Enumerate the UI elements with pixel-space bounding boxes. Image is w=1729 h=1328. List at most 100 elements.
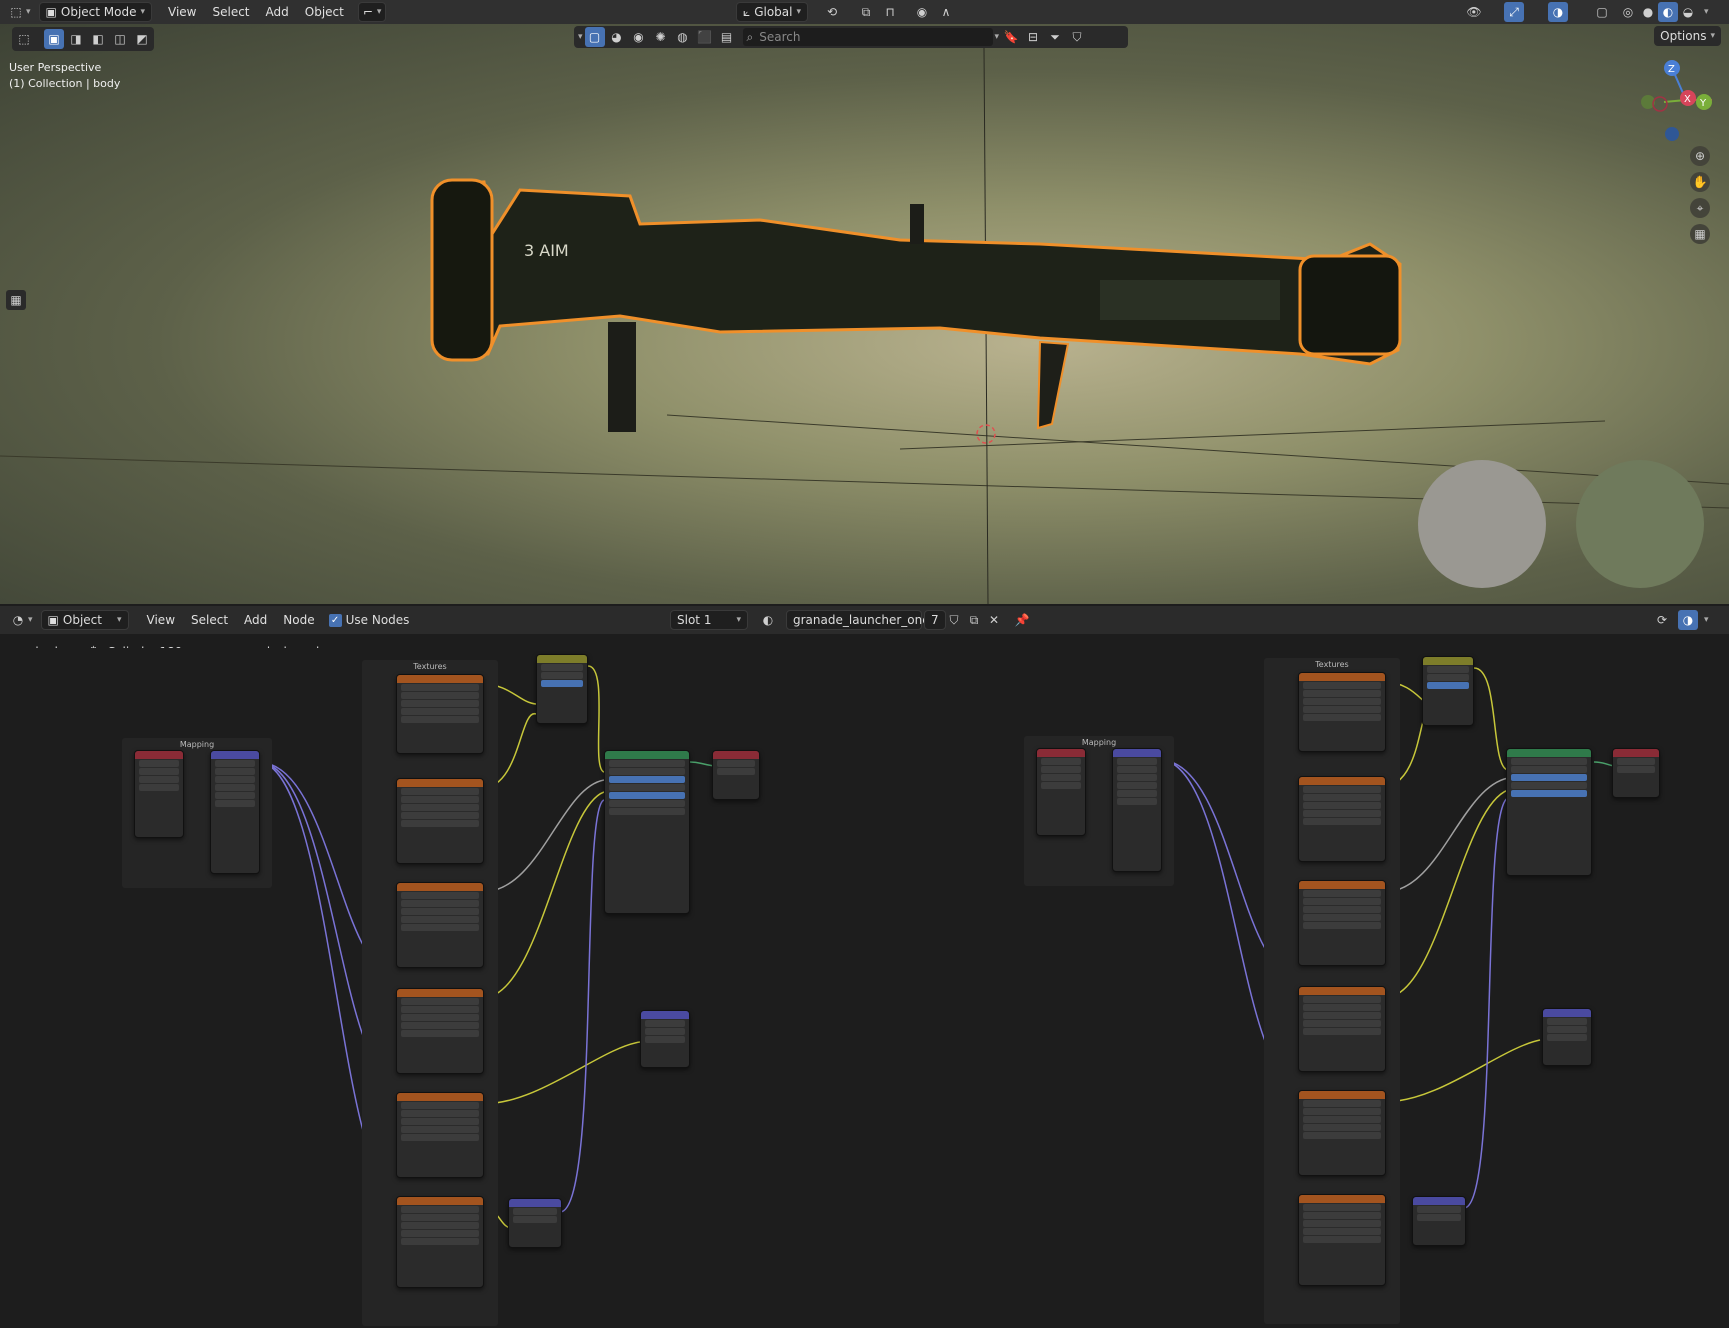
snap-node-icon[interactable]: ⟳ xyxy=(1652,610,1672,630)
solid-shading-icon[interactable]: ● xyxy=(1638,2,1658,22)
material-user-count[interactable]: 7 xyxy=(924,610,946,630)
texture-coordinate-node[interactable] xyxy=(134,750,184,838)
image-texture-node-roughness[interactable] xyxy=(396,988,484,1074)
camera-view-icon[interactable]: ⌖ xyxy=(1690,198,1710,218)
node-socket-row xyxy=(1303,1012,1381,1019)
node-socket-row xyxy=(1511,790,1587,797)
material-output-node[interactable] xyxy=(712,750,760,800)
node-socket-row xyxy=(401,692,479,699)
falloff-icon[interactable]: ∧ xyxy=(936,2,956,22)
transform-orientation-select[interactable]: ⟀ Global ▾ xyxy=(736,2,809,22)
node-socket-row xyxy=(1427,674,1469,681)
node-socket-row xyxy=(401,1014,479,1021)
node-object-selector[interactable]: ▣ Object ▾ xyxy=(40,610,129,630)
node-socket-row xyxy=(1303,682,1381,689)
proportional-edit-icon[interactable]: ◉ xyxy=(912,2,932,22)
image-texture-node-basecolor[interactable] xyxy=(396,778,484,864)
node-socket-row xyxy=(1041,766,1081,773)
gizmo-icon[interactable]: ⤢ xyxy=(1504,2,1524,22)
image-texture-node-metallic[interactable] xyxy=(396,882,484,968)
slot-selector[interactable]: Slot 1 ▾ xyxy=(670,610,748,630)
node-header xyxy=(509,1199,561,1207)
mix-multiply-node[interactable] xyxy=(536,654,588,724)
image-texture-node-roughness[interactable] xyxy=(1298,986,1386,1072)
normal-map-node[interactable] xyxy=(508,1198,562,1248)
axis-line-y xyxy=(666,414,1729,485)
menu-add[interactable]: Add xyxy=(258,5,297,19)
texture-coordinate-node[interactable] xyxy=(1036,748,1086,836)
material-output-node[interactable] xyxy=(1612,748,1660,798)
3d-cursor[interactable] xyxy=(976,424,996,444)
node-socket-row xyxy=(401,1102,479,1109)
node-menu-view[interactable]: View xyxy=(139,613,183,627)
material-name: granade_launcher_one xyxy=(793,613,930,627)
menu-select[interactable]: Select xyxy=(204,5,257,19)
node-socket-row xyxy=(401,892,479,899)
material-shading-icon[interactable]: ◐ xyxy=(1658,2,1678,22)
node-socket-row xyxy=(1041,758,1081,765)
wireframe-shading-icon[interactable]: ◎ xyxy=(1618,2,1638,22)
visibility-icon[interactable]: 👁 xyxy=(1464,2,1484,22)
fake-user-shield-icon[interactable]: ⛉ xyxy=(944,610,964,630)
node-socket-row xyxy=(215,776,255,783)
mode-selector[interactable]: ▣ Object Mode ▾ xyxy=(38,2,152,22)
xray-icon[interactable]: ▢ xyxy=(1592,2,1612,22)
node-socket-row xyxy=(609,784,685,791)
image-texture-node-basecolor[interactable] xyxy=(1298,776,1386,862)
displacement-node[interactable] xyxy=(640,1010,690,1068)
material-name-field[interactable]: granade_launcher_one xyxy=(786,610,930,630)
node-header xyxy=(1543,1009,1591,1017)
mix-multiply-node[interactable] xyxy=(1422,656,1474,726)
axes-icon: ⟀ xyxy=(743,4,751,19)
shader-editor-icon[interactable]: ◔ xyxy=(8,610,28,630)
navigation-gizmo[interactable]: Z X Y xyxy=(1641,60,1712,141)
mapping-node[interactable] xyxy=(1112,748,1162,872)
node-socket-row xyxy=(139,760,179,767)
menu-object[interactable]: Object xyxy=(297,5,352,19)
node-header xyxy=(1613,749,1659,757)
node-menu-select[interactable]: Select xyxy=(183,613,236,627)
zoom-icon[interactable]: ⊕ xyxy=(1690,146,1710,166)
use-nodes-toggle[interactable]: ✓ Use Nodes xyxy=(323,610,416,630)
close-icon[interactable]: ✕ xyxy=(984,610,1004,630)
node-header xyxy=(1113,749,1161,757)
image-texture-node-ao[interactable] xyxy=(1298,672,1386,752)
principled-bsdf-node[interactable] xyxy=(1506,748,1592,876)
image-texture-node-ao[interactable] xyxy=(396,674,484,754)
overlay-icon[interactable]: ◑ xyxy=(1548,2,1568,22)
pan-hand-icon[interactable]: ✋ xyxy=(1690,172,1710,192)
node-socket-row xyxy=(1547,1034,1587,1041)
image-texture-node-displacement[interactable] xyxy=(396,1092,484,1178)
pin-icon[interactable]: 📌 xyxy=(1012,610,1032,630)
displacement-node[interactable] xyxy=(1542,1008,1592,1066)
node-overlay-icon[interactable]: ◑ xyxy=(1678,610,1698,630)
principled-bsdf-node[interactable] xyxy=(604,750,690,914)
snap-icon[interactable]: ⧉ xyxy=(856,2,876,22)
chevron-down-icon[interactable]: ▾ xyxy=(1704,7,1709,17)
snap-menu[interactable]: ⌐ ▾ xyxy=(357,2,387,22)
image-texture-node-metallic[interactable] xyxy=(1298,880,1386,966)
menu-view[interactable]: View xyxy=(160,5,204,19)
launcher-model[interactable]: 3 AIM xyxy=(430,178,1402,432)
node-socket-row xyxy=(401,1230,479,1237)
mapping-node[interactable] xyxy=(210,750,260,874)
pivot-icon[interactable]: ⟲ xyxy=(822,2,842,22)
snap-target-icon[interactable]: ⊓ xyxy=(880,2,900,22)
node-socket-row xyxy=(401,1126,479,1133)
duplicate-icon[interactable]: ⧉ xyxy=(964,610,984,630)
image-texture-node-normal[interactable] xyxy=(396,1196,484,1288)
node-editor-canvas[interactable]: Mapping Textures Mapping Textures xyxy=(0,648,1729,1328)
chevron-down-icon[interactable]: ▾ xyxy=(1704,615,1709,625)
image-texture-node-displacement[interactable] xyxy=(1298,1090,1386,1176)
3d-viewport[interactable]: ⬚ ▣ ◨ ◧ ◫ ◩ ▾ ▢ ◕ ◉ ✺ ◍ ⬛ ▤ ⌕ Search ▾ 🔖… xyxy=(0,24,1729,604)
node-socket-row xyxy=(401,716,479,723)
image-texture-node-normal[interactable] xyxy=(1298,1194,1386,1286)
node-menu-node[interactable]: Node xyxy=(275,613,322,627)
ortho-grid-icon[interactable]: ▦ xyxy=(1690,224,1710,244)
normal-map-node[interactable] xyxy=(1412,1196,1466,1246)
node-socket-row xyxy=(609,760,685,767)
material-browse-icon[interactable]: ◐ xyxy=(758,610,778,630)
editor-type-icon[interactable]: ⬚ xyxy=(6,2,26,22)
node-menu-add[interactable]: Add xyxy=(236,613,275,627)
rendered-shading-icon[interactable]: ◒ xyxy=(1678,2,1698,22)
